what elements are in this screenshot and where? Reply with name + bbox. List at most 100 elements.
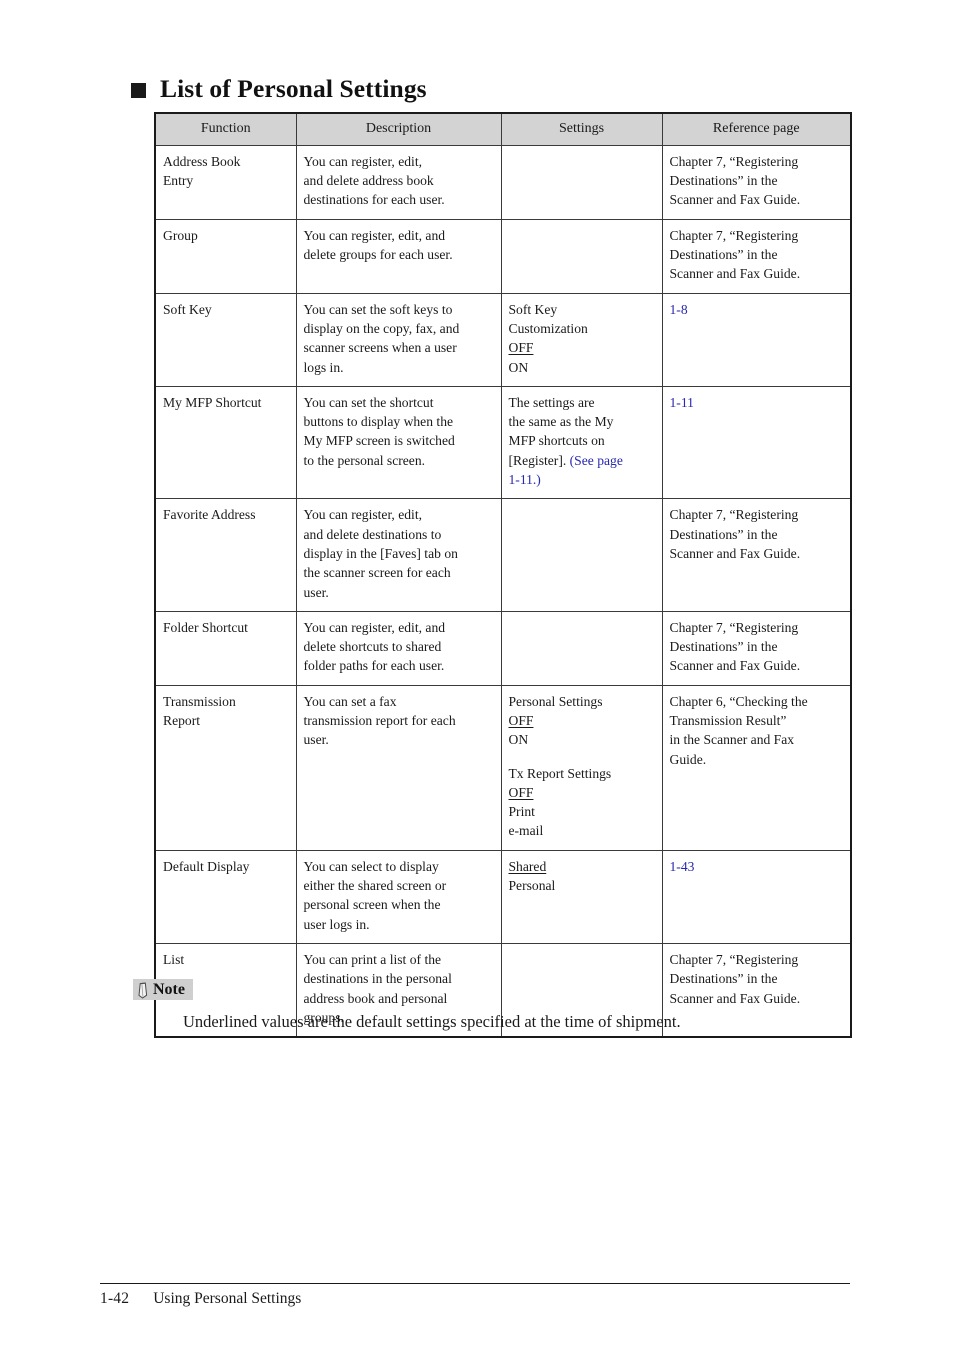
cell-function: Soft Key: [154, 292, 297, 387]
reference-text: in the Scanner and Fax: [669, 732, 795, 748]
document-page: List of Personal Settings Function Descr…: [0, 0, 954, 1348]
reference-text: Chapter 7, “Registering: [669, 227, 799, 243]
reference-text: Destinations” in the: [669, 247, 778, 263]
setting-value: Customization: [508, 320, 588, 336]
cell-description: You can set a fax transmission report for…: [295, 684, 502, 851]
cell-reference-page: Chapter 7, “Registering Destinations” in …: [661, 498, 852, 612]
cell-description: You can register, edit, and delete groups…: [295, 218, 502, 294]
cell-description: You can select to display either the shar…: [295, 849, 502, 944]
page-title-text: List of Personal Settings: [160, 74, 427, 103]
cross-reference-link[interactable]: (See page: [570, 453, 623, 468]
cell-function: Address Book Entry: [154, 144, 297, 220]
reference-text: Chapter 7, “Registering: [669, 153, 799, 169]
page-footer: 1-42 Using Personal Settings: [100, 1290, 301, 1308]
setting-value: the same as the My: [508, 414, 614, 430]
cell-settings: [500, 218, 663, 294]
cell-settings: [500, 144, 663, 220]
cell-function: Folder Shortcut: [154, 610, 297, 686]
footer-page-number: 1-42: [100, 1290, 130, 1307]
note-text: Underlined values are the default settin…: [183, 1012, 681, 1031]
personal-settings-table: Function Description Settings Reference …: [154, 111, 852, 1039]
setting-value: Soft Key: [508, 301, 558, 317]
reference-text: Chapter 7, “Registering: [669, 619, 799, 635]
reference-text: Destinations” in the: [669, 639, 778, 655]
table-row: Address Book Entry You can register, edit,…: [154, 144, 852, 220]
table-row: Default Display You can select to display…: [154, 849, 852, 944]
cell-settings: Personal Settings OFF ON Tx Report Settings…: [500, 684, 663, 851]
setting-value: Tx Report Settings: [508, 765, 612, 781]
cell-settings: Shared Personal: [500, 849, 663, 944]
footer-divider: [100, 1283, 850, 1284]
column-header-description: Description: [295, 111, 502, 146]
cell-function: Transmission Report: [154, 684, 297, 851]
setting-value: ON: [508, 359, 529, 375]
setting-value: e-mail: [508, 823, 544, 839]
footer-section-title: Using Personal Settings: [153, 1290, 302, 1307]
table-header-row: Function Description Settings Reference …: [154, 111, 852, 146]
default-value: Shared: [508, 858, 547, 874]
reference-page-link[interactable]: 1-43: [670, 859, 695, 874]
cell-function: Favorite Address: [154, 498, 297, 612]
table-row: My MFP Shortcut You can set the shortcut b…: [154, 385, 852, 500]
cell-reference-page: 1-43: [661, 849, 852, 944]
cell-reference-page: Chapter 7, “Registering Destinations” in …: [661, 218, 852, 294]
default-value: OFF: [508, 784, 534, 800]
table-row: Soft Key You can set the soft keys to disp…: [154, 292, 852, 387]
cell-description: You can register, edit, and delete shortc…: [295, 610, 502, 686]
setting-value: Print: [508, 804, 535, 820]
cell-description: You can register, edit, and delete destin…: [295, 498, 502, 612]
cell-reference-page: 1-11: [661, 385, 852, 500]
reference-text: Chapter 7, “Registering: [669, 507, 799, 523]
default-value: OFF: [508, 713, 534, 728]
table-row: Favorite Address You can register, edit, a…: [154, 498, 852, 612]
setting-value: [Register].: [508, 452, 570, 468]
cell-settings: [500, 610, 663, 686]
reference-text: Scanner and Fax Guide.: [669, 266, 801, 282]
cell-settings: [500, 498, 663, 612]
cell-function: My MFP Shortcut: [154, 385, 297, 500]
black-square-bullet-icon: [131, 83, 146, 98]
setting-value: MFP shortcuts on: [508, 433, 605, 449]
note-pencil-icon: [137, 982, 149, 999]
table-body: Address Book Entry You can register, edit,…: [154, 144, 852, 1039]
reference-text: Destinations” in the: [669, 526, 778, 542]
cell-description: You can register, edit, and delete addres…: [295, 144, 502, 220]
cell-settings: Soft Key Customization OFF ON: [500, 292, 663, 387]
reference-text: Guide.: [669, 751, 707, 767]
cell-description: You can set the soft keys to display on t…: [295, 292, 502, 387]
setting-value: Personal Settings: [508, 693, 603, 709]
personal-settings-table-wrapper: Function Description Settings Reference …: [154, 111, 852, 1039]
reference-text: Destinations” in the: [669, 173, 778, 189]
reference-text: Scanner and Fax Guide.: [669, 192, 801, 208]
cell-reference-page: Chapter 6, “Checking the Transmission Res…: [661, 684, 852, 851]
reference-text: Scanner and Fax Guide.: [669, 658, 801, 674]
table-row: Group You can register, edit, and delete g…: [154, 218, 852, 294]
note-badge: Note: [133, 979, 193, 1000]
reference-page-link[interactable]: 1-8: [670, 302, 688, 317]
column-header-settings: Settings: [500, 111, 663, 146]
cell-reference-page: 1-8: [661, 292, 852, 387]
setting-value: The settings are: [508, 394, 595, 410]
table-row: Transmission Report You can set a fax trans…: [154, 684, 852, 851]
column-header-reference-page: Reference page: [661, 111, 852, 146]
setting-value: Personal: [508, 878, 556, 894]
note-block: Note Underlined values are the default s…: [133, 979, 833, 1032]
cell-reference-page: Chapter 7, “Registering Destinations” in …: [661, 144, 852, 220]
cell-function: Group: [154, 218, 297, 294]
reference-text: Scanner and Fax Guide.: [669, 545, 801, 561]
reference-text: Transmission Result”: [669, 713, 787, 728]
cell-description: You can set the shortcut buttons to displ…: [295, 385, 502, 500]
default-value: OFF: [508, 340, 534, 356]
setting-value: ON: [508, 732, 529, 748]
reference-text: Chapter 6, “Checking the: [669, 693, 808, 709]
page-title: List of Personal Settings: [131, 74, 427, 104]
column-header-function: Function: [154, 111, 297, 146]
cell-reference-page: Chapter 7, “Registering Destinations” in …: [661, 610, 852, 686]
table-header: Function Description Settings Reference …: [154, 111, 852, 146]
table-row: Folder Shortcut You can register, edit, a…: [154, 610, 852, 686]
reference-text: Chapter 7, “Registering: [669, 951, 799, 967]
cell-settings: The settings are the same as the My MFP sh…: [500, 385, 663, 500]
cross-reference-link[interactable]: 1-11.): [509, 472, 541, 487]
note-label: Note: [153, 980, 185, 998]
reference-page-link[interactable]: 1-11: [670, 395, 694, 410]
